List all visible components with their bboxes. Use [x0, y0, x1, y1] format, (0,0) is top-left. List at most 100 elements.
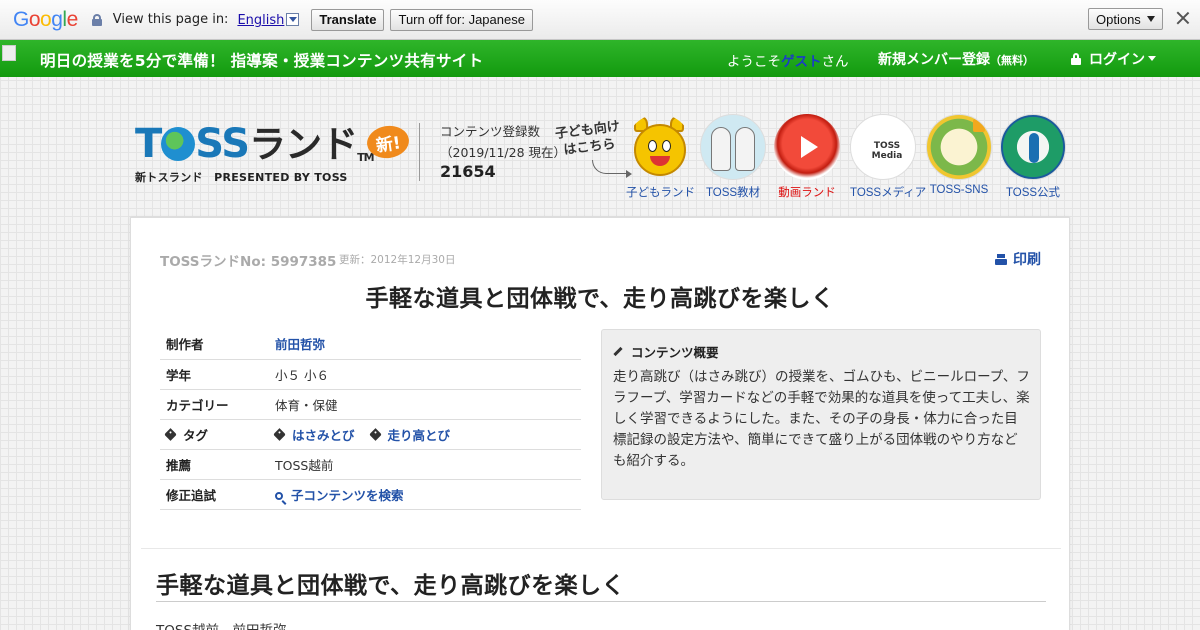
close-icon[interactable]: [1176, 11, 1190, 25]
content-card: TOSSランドNo: 5997385 更新：2012年12月30日 印刷 手軽な…: [130, 217, 1070, 630]
login-label: ログイン: [1089, 52, 1145, 68]
options-button[interactable]: Options: [1088, 8, 1163, 30]
play-icon: [774, 114, 840, 180]
caret-down-icon: [1148, 55, 1156, 61]
table-row: 修正追試 子コンテンツを検索: [160, 479, 581, 510]
language-link[interactable]: English: [237, 13, 284, 28]
logo-letters-ss: SS: [195, 121, 250, 167]
douga-land-link[interactable]: 動画ランド: [774, 114, 840, 200]
official-icon: [1000, 114, 1066, 180]
content-count-label: コンテンツ登録数: [440, 124, 541, 139]
toss-media-link[interactable]: TOSS Media TOSSメディア: [850, 114, 927, 200]
media-badge-text: TOSS Media: [871, 141, 903, 161]
header-divider: [419, 123, 420, 181]
tag-key: タグ: [183, 427, 209, 443]
logo-subtitle: 新トスランド PRESENTED BY TOSS: [135, 171, 348, 184]
toss-sns-link[interactable]: TOSS-SNS: [926, 114, 992, 196]
language-select[interactable]: English: [237, 11, 300, 28]
site-navbar: 明日の授業を5分で準備！ 指導案・授業コンテンツ共有サイト ようこそゲストさん …: [0, 40, 1200, 77]
sns-icon: [926, 114, 992, 180]
nav-icon-label: 動画ランド: [778, 187, 836, 199]
welcome-text: ようこそゲストさん: [727, 50, 849, 70]
turn-off-button[interactable]: Turn off for: Japanese: [390, 8, 533, 31]
content-count-date: （2019/11/28 現在）: [440, 145, 567, 160]
title-underline: [156, 601, 1046, 602]
body-author: TOSS越前 前田哲弥: [156, 619, 287, 630]
author-link[interactable]: 前田哲弥: [275, 337, 325, 352]
recommend-key: 推薦: [160, 449, 275, 480]
lock-icon: [973, 119, 985, 132]
toss-kyozai-link[interactable]: TOSS教材: [700, 114, 766, 200]
search-child-content-link[interactable]: 子コンテンツを検索: [275, 488, 404, 503]
body-title: 手軽な道具と団体戦で、走り高跳びを楽しく: [156, 573, 626, 599]
globe-icon: [161, 127, 196, 161]
search-child-content-label: 子コンテンツを検索: [291, 487, 404, 503]
broken-image-icon: [2, 45, 16, 61]
arrow-icon: [592, 160, 632, 178]
recommend-value: TOSS越前: [275, 449, 581, 480]
tag-icon: [273, 427, 286, 441]
summary-heading: コンテンツ概要: [613, 342, 719, 361]
welcome-suffix: さん: [821, 54, 849, 70]
welcome-prefix: ようこそ: [727, 54, 781, 70]
table-row: カテゴリー 体育・保健: [160, 389, 581, 420]
tag-icon: [368, 427, 382, 441]
tag-label: はさみとび: [292, 427, 355, 443]
nav-icon-label: TOSS公式: [1005, 187, 1061, 199]
content-count-value: 21654: [440, 162, 496, 181]
print-label: 印刷: [1013, 252, 1041, 268]
section-divider: [141, 548, 1061, 549]
content-info-table: 制作者 前田哲弥 学年 小５ 小６ カテゴリー 体育・保健 タグ はさみとび 走…: [160, 329, 581, 510]
print-button[interactable]: 印刷: [995, 249, 1041, 269]
translate-bar: Google View this page in: English Transl…: [0, 0, 1200, 40]
content-number: TOSSランドNo: 5997385: [160, 254, 337, 270]
register-note: （無料）: [990, 54, 1034, 67]
chevron-down-icon: [1146, 16, 1155, 22]
summary-heading-label: コンテンツ概要: [631, 345, 719, 360]
site-title[interactable]: 明日の授業を5分で準備！ 指導案・授業コンテンツ共有サイト: [40, 49, 483, 71]
lock-icon: [91, 13, 102, 26]
tag-key-cell: タグ: [160, 419, 275, 450]
toss-land-logo[interactable]: T SSランドTM 新! 新トスランド PRESENTED BY TOSS: [135, 120, 412, 185]
login-menu[interactable]: ログイン: [1071, 49, 1156, 69]
guest-user: ゲスト: [781, 54, 822, 70]
page-title: 手軽な道具と団体戦で、走り高跳びを楽しく: [365, 286, 835, 312]
kodomo-land-link[interactable]: 子どもランド: [626, 114, 695, 200]
print-icon: [995, 253, 1007, 265]
kyozai-icon: [700, 114, 766, 180]
search-icon: [275, 491, 283, 500]
nav-icon-label: TOSS教材: [705, 187, 761, 199]
category-value: 体育・保健: [275, 389, 581, 420]
mascot-figure: [626, 116, 692, 180]
updated-date: 更新：2012年12月30日: [339, 254, 456, 266]
grade-key: 学年: [160, 359, 275, 390]
table-row: 制作者 前田哲弥: [160, 329, 581, 360]
google-logo: Google: [13, 7, 78, 31]
chevron-down-icon[interactable]: [286, 13, 300, 26]
nav-icon-label: TOSS-SNS: [929, 184, 989, 196]
mascot-icon: [626, 114, 692, 180]
table-row: 学年 小５ 小６: [160, 359, 581, 390]
author-key: 制作者: [160, 329, 275, 360]
translate-button[interactable]: Translate: [311, 8, 385, 31]
nav-icon-label: TOSSメディア: [850, 187, 927, 199]
register-link[interactable]: 新規メンバー登録（無料）: [878, 49, 1034, 69]
table-row: タグ はさみとび 走り高とび: [160, 419, 581, 450]
summary-text: 走り高跳び（はさみ跳び）の授業を、ゴムひも、ビニールロープ、フラフープ、学習カー…: [613, 369, 1030, 469]
translate-prompt: View this page in:: [112, 12, 229, 27]
tag-link[interactable]: はさみとび: [273, 427, 355, 443]
media-icon: TOSS Media: [850, 114, 916, 180]
lock-icon: [1071, 53, 1081, 65]
tag-icon: [164, 427, 177, 441]
content-summary: コンテンツ概要 走り高跳び（はさみ跳び）の授業を、ゴムひも、ビニールロープ、フラ…: [601, 329, 1041, 500]
logo-letter-t: T: [135, 121, 162, 167]
tag-link[interactable]: 走り高とび: [368, 427, 451, 443]
toss-official-link[interactable]: TOSS公式: [1000, 114, 1066, 200]
options-label: Options: [1096, 11, 1141, 27]
pencil-icon: [613, 346, 623, 357]
register-label: 新規メンバー登録: [878, 52, 990, 68]
revision-key: 修正追試: [160, 479, 275, 510]
table-row: 推薦 TOSS越前: [160, 449, 581, 480]
nav-icon-label: 子どもランド: [626, 187, 695, 199]
tag-label: 走り高とび: [387, 427, 451, 443]
